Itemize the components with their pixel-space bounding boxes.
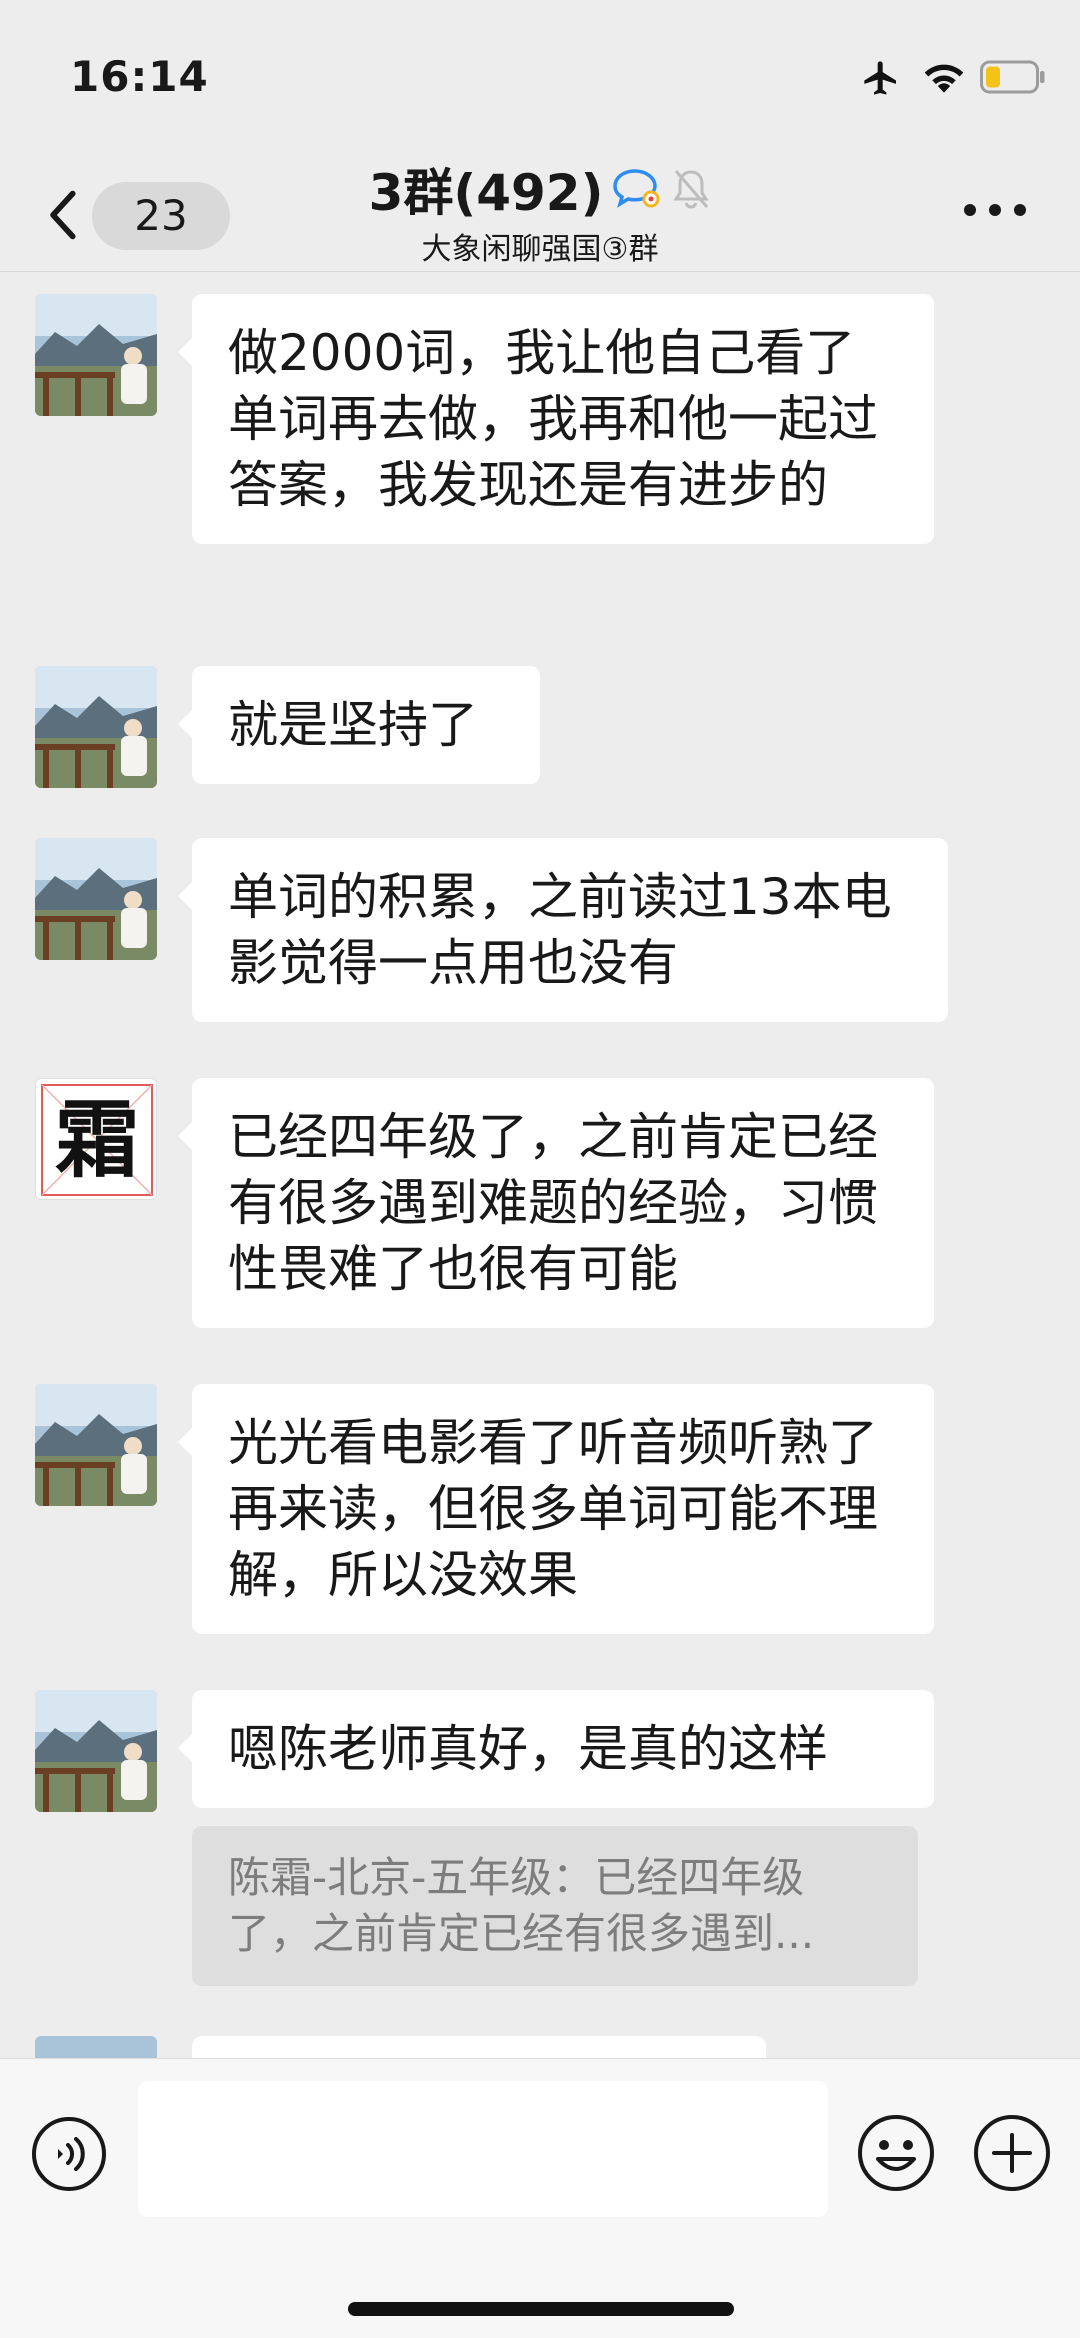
chat-screen: 16:14 23 3群(492) 大象闲聊强国③群 做2000词，我让他自己看了…: [0, 0, 1080, 2338]
back-button[interactable]: 23: [40, 178, 230, 252]
landscape-avatar[interactable]: [35, 1690, 157, 1812]
battery-icon: [980, 60, 1045, 94]
message-bubble-partial[interactable]: [192, 2036, 766, 2058]
title-icons: [611, 167, 711, 211]
chat-title: 3群(492): [369, 158, 712, 222]
voice-icon[interactable]: [30, 2115, 108, 2193]
chat-title-area[interactable]: 3群(492) 大象闲聊强国③群: [300, 158, 780, 268]
message-bubble[interactable]: 嗯陈老师真好，是真的这样: [178, 1690, 934, 1808]
landscape-avatar[interactable]: [35, 838, 157, 960]
message-bubble[interactable]: 做2000词，我让他自己看了单词再去做，我再和他一起过答案，我发现还是有进步的: [178, 294, 934, 544]
quoted-message[interactable]: 陈霜-北京-五年级：已经四年级了，之前肯定已经有很多遇到...: [192, 1826, 918, 1986]
muted-bell-icon: [673, 170, 710, 209]
calligraphy-avatar[interactable]: 霜: [35, 1078, 157, 1200]
landscape-avatar[interactable]: [35, 294, 157, 416]
chevron-left-icon: [50, 190, 76, 240]
more-icon: [1014, 204, 1026, 216]
unread-count-badge: 23: [92, 182, 230, 250]
more-icon: [964, 204, 976, 216]
add-icon[interactable]: [972, 2113, 1052, 2193]
chat-title-text: 3群(492): [368, 164, 604, 222]
chat-bubble-icon: [613, 169, 660, 208]
more-icon: [989, 204, 1001, 216]
message-bubble[interactable]: 光光看电影看了听音频听熟了再来读，但很多单词可能不理解，所以没效果: [178, 1384, 934, 1634]
more-options-button[interactable]: [964, 190, 1026, 230]
emoji-icon[interactable]: [856, 2113, 936, 2193]
landscape-avatar[interactable]: [35, 666, 157, 788]
landscape-avatar[interactable]: [35, 2036, 157, 2058]
chat-subtitle: 大象闲聊强国③群: [421, 232, 659, 267]
home-indicator[interactable]: [348, 2302, 734, 2316]
message-bubble[interactable]: 就是坚持了: [178, 666, 540, 784]
status-time: 16:14: [70, 52, 209, 101]
message-input[interactable]: [138, 2081, 828, 2217]
message-bubble[interactable]: 单词的积累，之前读过13本电影觉得一点用也没有: [178, 838, 948, 1022]
wifi-icon: [924, 64, 964, 93]
avatar-character: 霜: [54, 1090, 139, 1189]
message-bubble[interactable]: 已经四年级了，之前肯定已经有很多遇到难题的经验，习惯性畏难了也很有可能: [178, 1078, 934, 1328]
chat-header: 23 3群(492) 大象闲聊强国③群: [0, 150, 1080, 272]
status-bar: 16:14: [0, 0, 1080, 150]
landscape-avatar[interactable]: [35, 1384, 157, 1506]
message-list[interactable]: 做2000词，我让他自己看了单词再去做，我再和他一起过答案，我发现还是有进步的 …: [0, 272, 1080, 2058]
input-bar: [0, 2058, 1080, 2338]
airplane-icon: [864, 61, 896, 95]
